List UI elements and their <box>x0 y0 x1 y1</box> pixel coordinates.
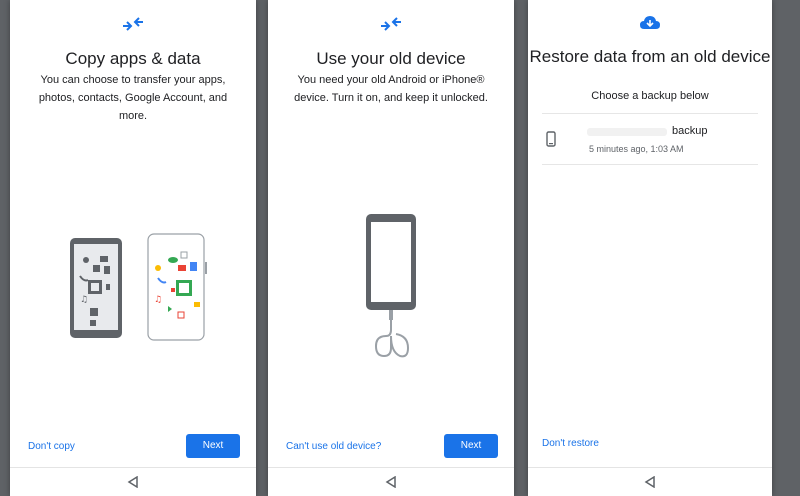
back-triangle-icon[interactable] <box>385 476 397 488</box>
transfer-arrows-icon <box>381 17 401 31</box>
page-title: Use your old device <box>316 49 466 68</box>
page-title: Copy apps & data <box>65 49 201 68</box>
screen-use-old-device: Use your old device You need your old An… <box>268 0 514 496</box>
navigation-bar <box>268 467 514 496</box>
cant-use-old-device-link[interactable]: Can't use old device? <box>286 441 381 452</box>
backup-list-item[interactable]: backup 5 minutes ago, 1:03 AM <box>542 113 758 165</box>
screen-copy-apps: Copy apps & data You can choose to trans… <box>10 0 256 496</box>
page-subtitle: Choose a backup below <box>591 90 709 102</box>
transfer-arrows-icon <box>123 17 143 31</box>
navigation-bar <box>10 467 256 496</box>
page-title: Restore data from an old device <box>529 47 771 66</box>
screen-restore-data: Restore data from an old device Choose a… <box>528 0 772 496</box>
phone-with-cable-illustration <box>366 214 416 358</box>
dont-copy-link[interactable]: Don't copy <box>28 441 75 452</box>
svg-text:♫: ♫ <box>154 295 162 305</box>
next-button[interactable]: Next <box>444 434 498 458</box>
cloud-download-icon <box>640 16 660 29</box>
back-triangle-icon[interactable] <box>127 476 139 488</box>
navigation-bar <box>528 467 772 496</box>
backup-name: backup <box>672 125 708 137</box>
back-triangle-icon[interactable] <box>644 476 656 488</box>
svg-text:♫: ♫ <box>80 295 88 305</box>
backup-time: 5 minutes ago, 1:03 AM <box>589 144 684 154</box>
two-phones-illustration: ♫ ♫ <box>70 233 207 341</box>
next-button[interactable]: Next <box>186 434 240 458</box>
dont-restore-link[interactable]: Don't restore <box>542 438 599 449</box>
phone-icon <box>546 131 556 147</box>
page-description: You can choose to transfer your apps, ph… <box>38 74 228 122</box>
blurred-device-name <box>587 128 667 136</box>
page-description: You need your old Android or iPhone® dev… <box>294 74 488 104</box>
